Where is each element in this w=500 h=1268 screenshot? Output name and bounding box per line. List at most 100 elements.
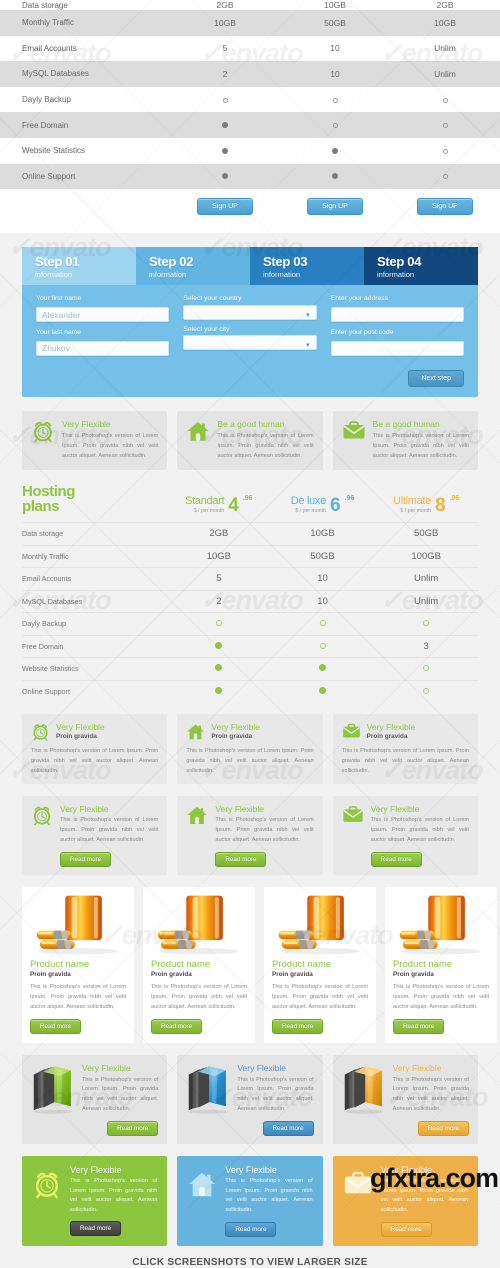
read-more-button[interactable]: Read more [60,851,112,867]
battery-pack-image [36,895,118,955]
box-card-body: This is Photoshop's version of Lorem Ips… [392,1076,469,1112]
color-card-body: This is Photoshop's version of Lorem Ips… [225,1177,313,1214]
plan-column-deluxe[interactable]: De luxe $ / per month 6 .96 [271,495,375,516]
footer-caption: CLICK SCREENSHOTS TO VIEW LARGER SIZE [132,1256,368,1268]
home-icon [187,1169,217,1199]
color-feature-card: Very Flexible This is Photoshop's versio… [177,1155,323,1246]
plan-dot-on [215,664,223,672]
briefcase-icon [343,421,365,439]
read-more-button[interactable]: Read more [272,1018,324,1034]
hosting-plans-title-line2: plans [22,497,60,515]
plan-row-label: Website Statistics [22,664,79,674]
product-card[interactable]: Product name Proin gravida This is Photo… [22,886,134,1043]
read-more-button[interactable]: Read more [370,851,422,867]
product-card[interactable]: Product name Proin gravida This is Photo… [385,886,497,1043]
wizard-step-3[interactable]: Step 03 information [250,247,364,286]
next-step-button[interactable]: Next step [408,370,464,388]
feature-card-title: Very Flexible [56,722,105,733]
wizard-step-1[interactable]: Step 01 information [22,247,136,286]
product-cards-row: Product name Proin gravida This is Photo… [22,886,497,1043]
wizard-step-2[interactable]: Step 02 information [136,247,250,286]
product-card[interactable]: Product name Proin gravida This is Photo… [264,886,376,1043]
plan-table-cell: 2GB [209,528,229,540]
table-cell: 10GB [170,10,280,36]
chevron-down-icon: ▾ [306,342,310,350]
feature-card-body: This is Photoshop's version of Lorem Ips… [186,748,314,774]
table-row: Free Domain [0,112,500,138]
feature-card-body: This is Photoshop's version of Lorem Ips… [215,817,314,843]
briefcase-icon [342,722,361,741]
read-more-button[interactable]: Read more [215,851,267,867]
product-card[interactable]: Product name Proin gravida This is Photo… [143,886,255,1043]
first-name-input[interactable] [36,307,170,323]
battery-pack-image [157,895,239,955]
plan-table-cell: 10GB [310,528,335,540]
feature-card-body: This is Photoshop's version of Lorem Ips… [341,748,469,774]
plan-table-cell [167,686,271,697]
box-card-title: Very Flexible [237,1062,286,1073]
read-more-button[interactable]: Read more [262,1120,314,1136]
feature-dot-open [332,122,338,128]
alarm-clock-icon [33,724,48,741]
read-more-button[interactable]: Read more [151,1018,203,1034]
plan-period-ultimate: $ / per month [400,508,431,515]
feature-card-body: This is Photoshop's version of Lorem Ips… [60,817,159,843]
signup-button-3[interactable]: Sign UP [417,197,473,215]
software-box-card: Very Flexible This is Photoshop's versio… [332,1054,478,1144]
feature-card: Be a good human This is Photoshop's vers… [332,411,478,470]
feature-card-subtitle: Proin gravida [366,733,408,741]
feature-card-title: Very Flexible [211,722,260,733]
plan-column-standart[interactable]: Standart $ / per month 4 .96 [167,495,271,515]
country-select[interactable]: ▾ [183,304,317,320]
read-more-button[interactable]: Read more [225,1221,277,1237]
feature-dot-solid [222,122,228,129]
address-label: Enter your address [330,295,389,303]
plan-price-deluxe: 6 [329,495,341,516]
plan-column-ultimate[interactable]: Ultimate $ / per month 8 .96 [374,495,478,515]
city-label: Select your city [183,325,230,333]
table-cell: 50GB [280,10,390,36]
alarm-clock-icon [33,807,51,826]
product-body: This is Photoshop's version of Lorem Ips… [30,983,126,1010]
read-more-button[interactable]: Read more [417,1120,469,1136]
city-select[interactable]: ▾ [183,335,317,351]
table-cell: 10GB [324,0,346,10]
read-more-button[interactable]: Read more [380,1221,432,1237]
software-box-cards-row: Very Flexible This is Photoshop's versio… [22,1054,478,1144]
table-cell [280,163,390,190]
signup-button-1[interactable]: Sign UP [197,197,253,215]
table-row: MySQL Databases 2 10 Unlim [0,61,500,87]
plan-table-cell [167,641,271,652]
feature-card-title: Very Flexible [62,419,111,430]
home-icon [186,804,208,826]
read-more-button[interactable]: Read more [30,1018,82,1034]
table-row-label: Email Accounts [22,43,77,53]
wizard-step-4-title: Step 04 [377,254,422,270]
read-more-button[interactable]: Read more [70,1220,122,1236]
feature-dot-solid [222,173,228,180]
plan-dot-off [423,620,430,627]
table-row: Monthly Traffic 10GB 50GB 10GB [0,10,500,36]
plan-table-row: Data storage 2GB 10GB 50GB [22,522,478,545]
briefcase-icon [342,804,364,826]
feature-card-body: This is Photoshop's version of Lorem Ips… [372,433,469,459]
plan-table-cell [271,686,375,697]
feature-card: Be a good human This is Photoshop's vers… [177,411,323,470]
software-box-blue-image [189,1065,228,1114]
home-icon [187,422,209,441]
read-more-button[interactable]: Read more [107,1120,159,1136]
table-row-label: Data storage [22,0,68,10]
table-cell [170,163,280,190]
wizard-step-4[interactable]: Step 04 information [364,247,478,286]
software-box-card: Very Flexible This is Photoshop's versio… [22,1054,168,1144]
signup-button-2[interactable]: Sign UP [307,197,363,215]
chevron-down-icon: ▾ [306,311,310,319]
plan-table-cell: 50GB [310,550,335,562]
feature-dot-open [442,97,448,103]
address-input[interactable] [330,307,464,323]
last-name-input[interactable] [36,340,170,356]
postcode-input[interactable] [330,340,464,356]
read-more-button[interactable]: Read more [393,1018,445,1034]
plan-table-row: Email Accounts 5 10 Unlim [22,567,478,590]
feature-card-body: This is Photoshop's version of Lorem Ips… [62,433,159,459]
